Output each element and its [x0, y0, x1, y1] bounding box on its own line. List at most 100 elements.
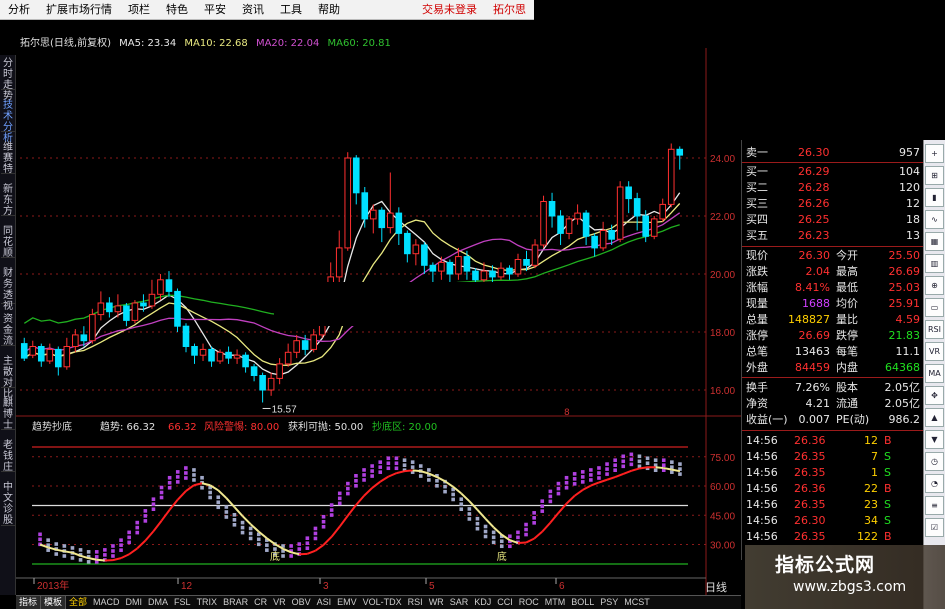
menu-item-tools[interactable]: 工具 — [272, 0, 310, 20]
trend-dot — [402, 463, 407, 467]
indicator-tab-11[interactable]: OBV — [289, 596, 314, 609]
buy-row: 买一 26.29 104 — [742, 164, 924, 180]
trend-smooth-segment — [201, 482, 211, 487]
candle-body — [131, 302, 139, 321]
trend-smooth-segment — [614, 472, 624, 478]
indicator-tab-19[interactable]: CCI — [494, 596, 516, 609]
trend-dot — [127, 535, 131, 540]
indicator-tab-20[interactable]: ROC — [516, 596, 542, 609]
trend-dot — [337, 491, 342, 496]
candle-body — [548, 201, 556, 217]
trend-dot — [167, 475, 172, 480]
trend-dot — [645, 461, 650, 466]
trend-dot — [564, 475, 569, 480]
pie-icon[interactable]: ◔ — [925, 474, 944, 493]
candle-icon[interactable]: ▮ — [925, 188, 944, 207]
indicator-tab-14[interactable]: VOL-TDX — [360, 596, 405, 609]
trend-dot — [548, 489, 553, 494]
zoom-icon[interactable]: ⊕ — [925, 276, 944, 295]
arrow-down-icon[interactable]: ▼ — [925, 430, 944, 449]
indicator-tab-24[interactable]: MCST — [621, 596, 653, 609]
rsi-icon[interactable]: RSI — [925, 320, 944, 339]
indicator-tab-1[interactable]: 模板 — [41, 596, 67, 609]
menu-item-extended-market[interactable]: 扩展市场行情 — [38, 0, 120, 20]
indicator-tab-bar: 指标 模板 全部 MACD DMI DMA FSL TRIX BRAR CR VR OBV ASI EMV… — [16, 595, 741, 609]
quote-panel: 卖一 26.30 957 买一 26.29 104 买二 26.28 120 买三 26.26 12 买… — [741, 140, 924, 560]
candle-body — [89, 314, 96, 342]
stat-value: 4.59 — [895, 313, 921, 326]
trend-dot — [208, 490, 212, 495]
order-volume: 120 — [899, 181, 920, 194]
bars-icon[interactable]: ▥ — [925, 254, 944, 273]
indicator-tab-2[interactable]: 全部 — [66, 596, 90, 609]
trend-dot — [143, 509, 148, 513]
indicator-tab-12[interactable]: ASI — [314, 596, 335, 609]
menu-item-news[interactable]: 资讯 — [234, 0, 272, 20]
menu-item-analysis[interactable]: 分析 — [0, 0, 38, 20]
indicator-tab-16[interactable]: WR — [426, 596, 447, 609]
candle-body — [387, 212, 394, 229]
trend-dot — [491, 530, 496, 535]
buy-row: 买四 26.25 18 — [742, 212, 924, 228]
line-icon[interactable]: ∿ — [925, 210, 944, 229]
indicator-tab-13[interactable]: EMV — [334, 596, 360, 609]
menu-item-columns[interactable]: 项栏 — [120, 0, 158, 20]
left-tab-7[interactable]: 主散对比 — [1, 356, 15, 400]
indicator-tab-9[interactable]: CR — [251, 596, 270, 609]
left-tab-1[interactable]: 技术分析 — [1, 100, 15, 144]
indicator-tab-10[interactable]: VR — [270, 596, 289, 609]
indicator-tab-6[interactable]: FSL — [171, 596, 194, 609]
indicator-tab-15[interactable]: RSI — [405, 596, 426, 609]
trend-smooth-segment — [338, 515, 349, 528]
menu-item-features[interactable]: 特色 — [158, 0, 196, 20]
left-tab-8[interactable]: 麒博士 — [1, 398, 15, 431]
candle-body — [225, 351, 232, 359]
vr-icon[interactable]: VR — [925, 342, 944, 361]
grid-icon[interactable]: ▦ — [925, 232, 944, 251]
left-tab-5[interactable]: 财务透视 — [1, 268, 15, 312]
trend-dot — [305, 541, 310, 545]
bottom-mark: 底 — [270, 550, 280, 563]
chart-area[interactable]: 24.0022.0020.0018.0016.0015.57 8趋势抄底 趋势: 6… — [16, 48, 741, 595]
history-icon[interactable]: ◷ — [925, 452, 944, 471]
period-label[interactable]: 日线 — [705, 579, 727, 595]
indicator-tab-17[interactable]: SAR — [447, 596, 472, 609]
indicator-tab-18[interactable]: KDJ — [471, 596, 494, 609]
expand-icon[interactable]: + — [925, 144, 944, 163]
left-tab-2[interactable]: 维赛特 — [1, 142, 15, 175]
move-icon[interactable]: ✥ — [925, 386, 944, 405]
left-tab-3[interactable]: 新东方 — [1, 184, 15, 217]
check-icon[interactable]: ☑ — [925, 518, 944, 537]
window-icon[interactable]: ▭ — [925, 298, 944, 317]
indicator-tab-5[interactable]: DMA — [145, 596, 171, 609]
left-tab-6[interactable]: 资金流 — [1, 314, 15, 347]
ma-icon[interactable]: MA — [925, 364, 944, 383]
trend-smooth-segment — [355, 495, 365, 506]
indicator-tab-22[interactable]: BOLL — [568, 596, 597, 609]
indicator-tab-4[interactable]: DMI — [123, 596, 146, 609]
login-status[interactable]: 交易未登录 — [414, 0, 485, 20]
indicator-tab-3[interactable]: MACD — [90, 596, 123, 609]
menu-item-pingan[interactable]: 平安 — [196, 0, 234, 20]
candle-body — [233, 354, 241, 359]
candle-body — [497, 267, 505, 278]
indicator-tab-0[interactable]: 指标 — [16, 596, 42, 609]
indicator-tab-7[interactable]: TRIX — [194, 596, 221, 609]
left-tab-4[interactable]: 同花顺 — [1, 226, 15, 259]
x-tick-label: 3 — [323, 581, 329, 592]
trend-dot — [678, 472, 682, 476]
indicator-tab-21[interactable]: MTM — [542, 596, 569, 609]
chart-icon[interactable]: ⊞ — [925, 166, 944, 185]
indicator-tab-8[interactable]: BRAR — [220, 596, 251, 609]
menu-item-help[interactable]: 帮助 — [310, 0, 348, 20]
left-tab-9[interactable]: 老钱庄 — [1, 440, 15, 473]
indicator-tab-23[interactable]: PSY — [597, 596, 621, 609]
left-tab-10[interactable]: 中文诊股 — [1, 482, 15, 526]
trend-smooth-segment — [655, 466, 664, 470]
list-icon[interactable]: ≡ — [925, 496, 944, 515]
arrow-up-icon[interactable]: ▲ — [925, 408, 944, 427]
trend-smooth-segment — [590, 481, 600, 487]
left-tab-0[interactable]: 分时走势 — [1, 58, 15, 102]
trend-dot — [151, 502, 156, 506]
trend-dot — [418, 474, 423, 478]
